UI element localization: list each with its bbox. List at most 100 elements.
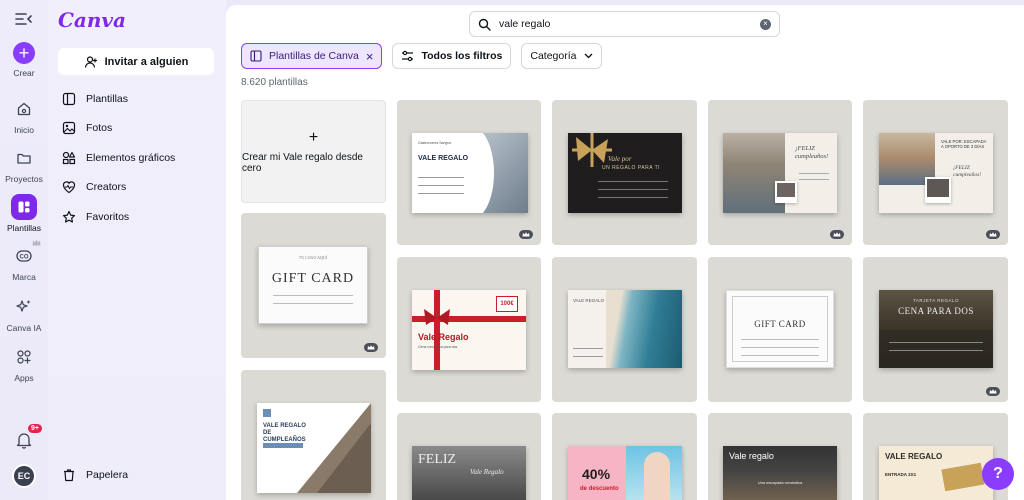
template-card[interactable]: Vale regalo Una escapada romántica [708, 413, 852, 500]
sliders-icon [402, 50, 414, 62]
template-title: ¡FELIZ cumpleaños! [795, 145, 829, 160]
template-card[interactable]: GIFT CARD [708, 257, 852, 402]
template-sub: TU LOGO AQUÍ [298, 255, 328, 260]
main-content: × Plantillas de Canva × Todos los filtro… [226, 5, 1024, 500]
template-sub: CENA PARA DOS [898, 306, 974, 316]
plus-icon: + [308, 128, 319, 146]
template-sub: ¡FELIZ cumpleaños! [953, 165, 982, 178]
plus-icon: + [13, 42, 35, 64]
rail-item-projects[interactable]: Proyectos [0, 145, 48, 184]
rail-item-templates[interactable]: Plantillas [0, 194, 48, 233]
template-icon [250, 50, 262, 62]
invite-button[interactable]: Invitar a alguien [58, 48, 214, 75]
search-bar[interactable]: × [469, 11, 780, 37]
template-title: VALE REGALO [418, 155, 469, 162]
collapse-menu-icon[interactable] [15, 12, 33, 26]
category-dropdown[interactable]: Categoría [521, 43, 602, 69]
star-icon [62, 210, 76, 223]
rail-item-apps[interactable]: Apps [0, 344, 48, 383]
template-sub: Gastronomía Sangue [418, 141, 452, 145]
filter-canva-templates[interactable]: Plantillas de Canva × [241, 43, 383, 69]
template-card[interactable]: VALE REGALO [552, 257, 697, 402]
templates-icon [11, 194, 37, 220]
rail-label: Plantillas [6, 223, 42, 233]
svg-text:CO: CO [20, 255, 29, 261]
template-card[interactable]: 40% de descuento [552, 413, 697, 500]
template-sub: de descuento [580, 486, 619, 492]
home-icon [11, 96, 37, 122]
template-title: VALE REGALO DE CUMPLEAÑOS [263, 423, 306, 444]
left-rail: + Crear Inicio Proyectos Plantillas CO M… [0, 0, 48, 500]
rail-label: Apps [14, 373, 34, 383]
template-card[interactable]: VALE REGALO DE CUMPLEAÑOS [241, 370, 386, 500]
premium-crown-icon [986, 387, 1000, 396]
canva-logo[interactable]: Canva [58, 8, 126, 32]
template-title: 40% [582, 466, 611, 482]
rail-label: Proyectos [5, 174, 43, 184]
menu-item-creators[interactable]: Creators [62, 173, 175, 203]
avatar[interactable]: EC [12, 464, 36, 488]
filter-label: Categoría [530, 50, 577, 62]
photo-icon [62, 122, 76, 135]
rail-label: Marca [12, 272, 36, 282]
search-input[interactable] [499, 18, 752, 30]
template-title: VALE POR: ESCAPADA A OPORTO DE 3 DÍAS [941, 139, 987, 150]
trash-icon [64, 469, 74, 482]
clear-search-icon[interactable]: × [760, 18, 771, 30]
template-card[interactable]: Vale por UN REGALO PARA TI [552, 100, 697, 245]
template-title: GIFT CARD [271, 271, 355, 286]
template-sub: Una escapada romántica [757, 480, 803, 485]
template-card[interactable]: TU LOGO AQUÍ GIFT CARD [241, 213, 386, 358]
invite-label: Invitar a alguien [104, 55, 189, 68]
bell-icon [16, 433, 32, 449]
panel-menu: Plantillas Fotos Elementos gráficos Crea… [62, 84, 175, 232]
template-title: TARJETA REGALO [912, 298, 960, 303]
filter-label: Plantillas de Canva [269, 50, 359, 62]
brand-icon: CO [11, 239, 41, 269]
template-card[interactable]: TARJETA REGALO CENA PARA DOS [863, 257, 1008, 402]
heart-pulse-icon [62, 181, 76, 194]
search-icon [478, 18, 491, 31]
rail-item-home[interactable]: Inicio [0, 96, 48, 135]
menu-item-graphics[interactable]: Elementos gráficos [62, 143, 175, 173]
rail-item-canva-ai[interactable]: Canva IA [0, 294, 48, 333]
trash-button[interactable]: Papelera [62, 468, 128, 482]
rail-item-brand[interactable]: CO Marca [0, 239, 48, 282]
menu-label: Favoritos [86, 210, 130, 223]
template-price: 100€ [496, 296, 518, 312]
template-title: FELIZ [418, 452, 457, 467]
chevron-down-icon [584, 53, 592, 59]
template-sub: Vale Regalo [470, 468, 504, 476]
apps-icon [11, 344, 37, 370]
rail-label: Canva IA [6, 323, 42, 333]
template-card[interactable]: ¡FELIZ cumpleaños! [708, 100, 852, 245]
menu-item-photos[interactable]: Fotos [62, 114, 175, 144]
folder-icon [11, 145, 37, 171]
template-card[interactable]: VALE REGALO ENTRADA 2X1 [863, 413, 1008, 500]
template-title: Vale por [608, 155, 632, 163]
premium-crown-icon [519, 230, 533, 239]
template-sub: Cena romántica para dos [418, 345, 458, 349]
menu-item-templates[interactable]: Plantillas [62, 84, 175, 114]
help-button[interactable]: ? [982, 458, 1014, 490]
menu-item-favorites[interactable]: Favoritos [62, 202, 175, 232]
template-icon [62, 92, 76, 105]
premium-crown-icon [986, 230, 1000, 239]
template-card[interactable]: 100€ Vale Regalo Cena romántica para dos [397, 257, 541, 402]
premium-crown-icon [364, 343, 378, 352]
all-filters-button[interactable]: Todos los filtros [392, 43, 512, 69]
create-blank-card[interactable]: + Crear mi Vale regalo desde cero [241, 100, 386, 203]
rail-label: Inicio [14, 125, 34, 135]
trash-label: Papelera [86, 469, 129, 481]
filter-bar: Plantillas de Canva × Todos los filtros … [241, 43, 602, 69]
notifications-button[interactable]: 9+ [12, 424, 42, 450]
template-card[interactable]: VALE REGALO Gastronomía Sangue [397, 100, 541, 245]
results-count: 8.620 plantillas [241, 77, 308, 88]
menu-label: Elementos gráficos [86, 151, 176, 164]
rail-create[interactable]: + Crear [0, 42, 48, 78]
remove-filter-icon[interactable]: × [366, 50, 374, 63]
add-user-icon [84, 55, 97, 68]
template-card[interactable]: FELIZ Vale Regalo [397, 413, 541, 500]
template-sub: UN REGALO PARA TI [602, 165, 661, 171]
template-card[interactable]: VALE POR: ESCAPADA A OPORTO DE 3 DÍAS ¡F… [863, 100, 1008, 245]
